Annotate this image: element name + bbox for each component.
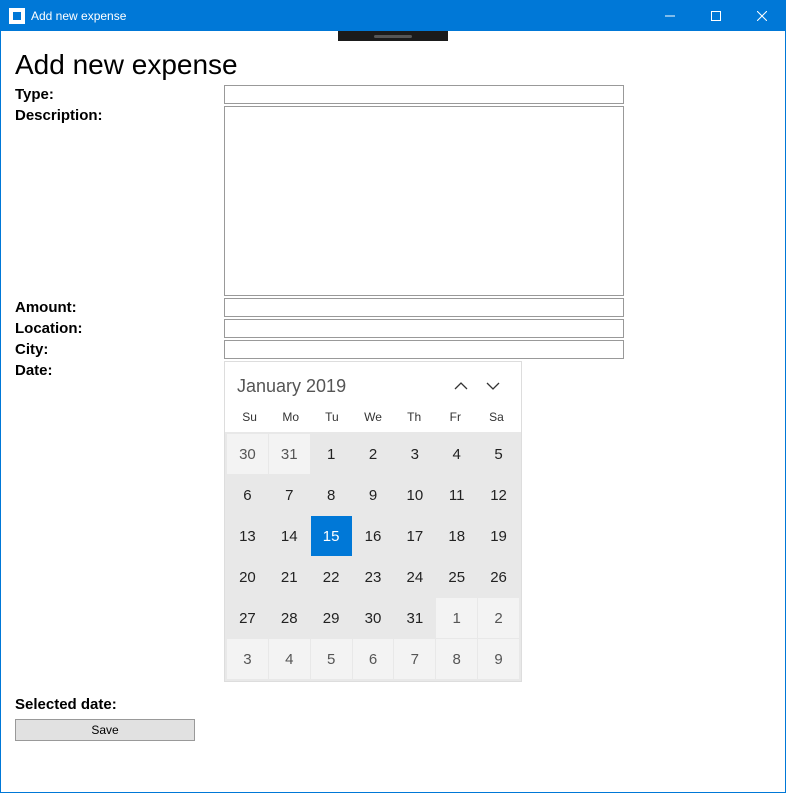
minimize-icon <box>665 11 675 21</box>
calendar-day[interactable]: 18 <box>436 516 477 556</box>
calendar-day[interactable]: 17 <box>394 516 435 556</box>
description-label: Description: <box>15 106 220 125</box>
calendar-day[interactable]: 10 <box>394 475 435 515</box>
calendar-day[interactable]: 5 <box>478 434 519 474</box>
calendar-day[interactable]: 2 <box>478 598 519 638</box>
amount-label: Amount: <box>15 298 220 317</box>
type-input[interactable] <box>224 85 624 104</box>
calendar-day[interactable]: 27 <box>227 598 268 638</box>
type-label: Type: <box>15 85 220 104</box>
calendar-day[interactable]: 9 <box>478 639 519 679</box>
calendar-grid: 3031123456789101112131415161718192021222… <box>225 432 521 681</box>
calendar-day[interactable]: 26 <box>478 557 519 597</box>
calendar-day[interactable]: 15 <box>311 516 352 556</box>
location-label: Location: <box>15 319 220 338</box>
calendar-day[interactable]: 30 <box>227 434 268 474</box>
calendar-day[interactable]: 12 <box>478 475 519 515</box>
calendar-day[interactable]: 13 <box>227 516 268 556</box>
calendar-day[interactable]: 8 <box>311 475 352 515</box>
calendar: January 2019 SuMoTuWeThFrSa 303112345678… <box>224 361 522 682</box>
calendar-day[interactable]: 5 <box>311 639 352 679</box>
selected-date-label: Selected date: <box>15 696 771 713</box>
window-title: Add new expense <box>31 9 126 23</box>
calendar-day[interactable]: 23 <box>353 557 394 597</box>
calendar-day[interactable]: 11 <box>436 475 477 515</box>
amount-input[interactable] <box>224 298 624 317</box>
date-label: Date: <box>15 361 220 380</box>
chevron-down-icon <box>486 381 500 391</box>
city-input[interactable] <box>224 340 624 359</box>
calendar-day[interactable]: 19 <box>478 516 519 556</box>
calendar-day[interactable]: 1 <box>311 434 352 474</box>
calendar-day[interactable]: 3 <box>227 639 268 679</box>
calendar-day[interactable]: 16 <box>353 516 394 556</box>
calendar-dow: Sa <box>476 408 517 426</box>
close-button[interactable] <box>739 1 785 31</box>
calendar-day[interactable]: 9 <box>353 475 394 515</box>
calendar-dow-row: SuMoTuWeThFrSa <box>225 408 521 432</box>
calendar-dow: Th <box>394 408 435 426</box>
calendar-day[interactable]: 29 <box>311 598 352 638</box>
city-label: City: <box>15 340 220 359</box>
calendar-day[interactable]: 7 <box>394 639 435 679</box>
calendar-day[interactable]: 31 <box>269 434 310 474</box>
calendar-day[interactable]: 30 <box>353 598 394 638</box>
calendar-day[interactable]: 14 <box>269 516 310 556</box>
title-bar: Add new expense <box>1 1 785 31</box>
calendar-dow: Mo <box>270 408 311 426</box>
calendar-day[interactable]: 1 <box>436 598 477 638</box>
calendar-day[interactable]: 21 <box>269 557 310 597</box>
calendar-dow: Su <box>229 408 270 426</box>
calendar-day[interactable]: 4 <box>269 639 310 679</box>
description-input[interactable] <box>224 106 624 296</box>
calendar-dow: Tu <box>311 408 352 426</box>
calendar-header: January 2019 <box>225 362 521 408</box>
maximize-button[interactable] <box>693 1 739 31</box>
chevron-up-icon <box>454 381 468 391</box>
maximize-icon <box>711 11 721 21</box>
calendar-day[interactable]: 6 <box>227 475 268 515</box>
calendar-next-button[interactable] <box>477 372 509 400</box>
grip-icon <box>374 35 412 38</box>
calendar-day[interactable]: 6 <box>353 639 394 679</box>
calendar-day[interactable]: 24 <box>394 557 435 597</box>
location-input[interactable] <box>224 319 624 338</box>
calendar-dow: We <box>352 408 393 426</box>
page-title: Add new expense <box>15 49 771 81</box>
xaml-handle <box>338 31 448 41</box>
app-icon <box>9 8 25 24</box>
calendar-day[interactable]: 22 <box>311 557 352 597</box>
minimize-button[interactable] <box>647 1 693 31</box>
calendar-dow: Fr <box>435 408 476 426</box>
content-area: Add new expense Type: Description: Amoun… <box>1 41 785 751</box>
xaml-handle-wrap <box>1 31 785 41</box>
calendar-day[interactable]: 2 <box>353 434 394 474</box>
calendar-prev-button[interactable] <box>445 372 477 400</box>
calendar-day[interactable]: 28 <box>269 598 310 638</box>
calendar-day[interactable]: 25 <box>436 557 477 597</box>
calendar-day[interactable]: 20 <box>227 557 268 597</box>
calendar-day[interactable]: 7 <box>269 475 310 515</box>
calendar-month-title[interactable]: January 2019 <box>237 376 445 397</box>
form-grid: Type: Description: Amount: Location: Cit… <box>15 85 771 682</box>
calendar-day[interactable]: 3 <box>394 434 435 474</box>
calendar-day[interactable]: 4 <box>436 434 477 474</box>
calendar-day[interactable]: 31 <box>394 598 435 638</box>
calendar-day[interactable]: 8 <box>436 639 477 679</box>
save-button[interactable]: Save <box>15 719 195 741</box>
close-icon <box>757 11 767 21</box>
